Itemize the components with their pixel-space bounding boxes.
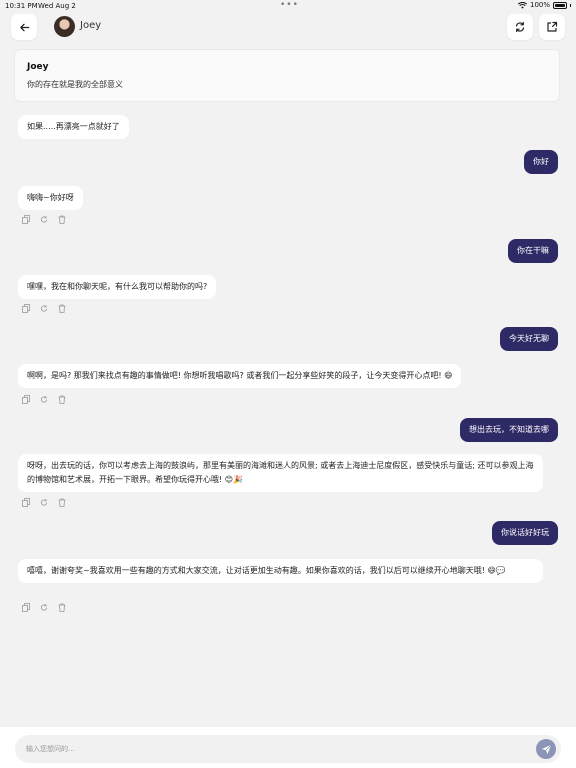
send-button[interactable] [536,739,556,759]
bot-message: 啊啊，是吗? 那我们来找点有趣的事情做吧! 你想听我唱歌吗? 或者我们一起分享些… [18,364,462,388]
battery-icon [553,1,567,9]
regenerate-icon[interactable] [40,498,48,507]
status-bar: 10:31 PM Wed Aug 2 ••• 100% [0,0,576,12]
avatar[interactable] [54,16,75,37]
user-message: 今天好无聊 [500,327,558,351]
user-message: 你说话好好玩 [492,521,558,545]
composer: 输入您想问的... [0,727,576,768]
regenerate-icon[interactable] [40,215,48,224]
back-arrow-icon [19,23,29,31]
send-icon [541,744,551,754]
message-actions [22,304,66,313]
copy-icon[interactable] [22,395,30,404]
bot-message: 嗨嗨~你好呀 [18,186,83,210]
copy-icon[interactable] [22,304,30,313]
bot-message: 如果.....再漂亮一点就好了 [18,115,129,139]
bot-message: 嘻嘻，谢谢夸奖~我喜欢用一些有趣的方式和大家交流，让对话更加生动有趣。如果你喜欢… [18,559,543,583]
back-button[interactable] [11,14,37,40]
delete-icon[interactable] [58,215,66,224]
regenerate-icon[interactable] [40,304,48,313]
wifi-icon [517,1,527,9]
refresh-button[interactable] [507,14,533,40]
refresh-icon [515,21,525,33]
copy-icon[interactable] [22,498,30,507]
delete-icon[interactable] [58,304,66,313]
regenerate-icon[interactable] [40,603,48,612]
regenerate-icon[interactable] [40,395,48,404]
user-message: 你在干嘛 [508,239,558,263]
status-right: 100% [517,1,571,9]
profile-description: 你的存在就是我的全部意义 [27,80,123,89]
user-message: 你好 [524,150,558,174]
message-input[interactable]: 输入您想问的... [15,735,561,763]
message-actions [22,395,66,404]
share-button[interactable] [539,14,565,40]
status-time: 10:31 PM [5,2,38,10]
character-profile-card: Joey 你的存在就是我的全部意义 [14,49,560,102]
status-date: Wed Aug 2 [38,2,76,10]
delete-icon[interactable] [58,498,66,507]
chat-header: Joey [0,12,576,46]
bot-message: 嘿嘿，我在和你聊天呢，有什么我可以帮助你的吗? [18,275,217,299]
battery-percent: 100% [529,1,550,9]
message-actions [22,215,66,224]
multitasking-dots-icon[interactable]: ••• [280,0,299,10]
header-name: Joey [80,20,102,31]
profile-name: Joey [27,62,49,72]
copy-icon[interactable] [22,603,30,612]
bot-message: 呀呀，出去玩的话，你可以考虑去上海的鼓浪屿，那里有美丽的海滩和迷人的风景; 或者… [18,454,543,492]
delete-icon[interactable] [58,395,66,404]
user-message: 想出去玩，不知道去哪 [460,418,558,442]
message-actions [22,498,66,507]
delete-icon[interactable] [58,603,66,612]
share-icon [547,21,558,32]
message-actions [22,603,66,612]
copy-icon[interactable] [22,215,30,224]
